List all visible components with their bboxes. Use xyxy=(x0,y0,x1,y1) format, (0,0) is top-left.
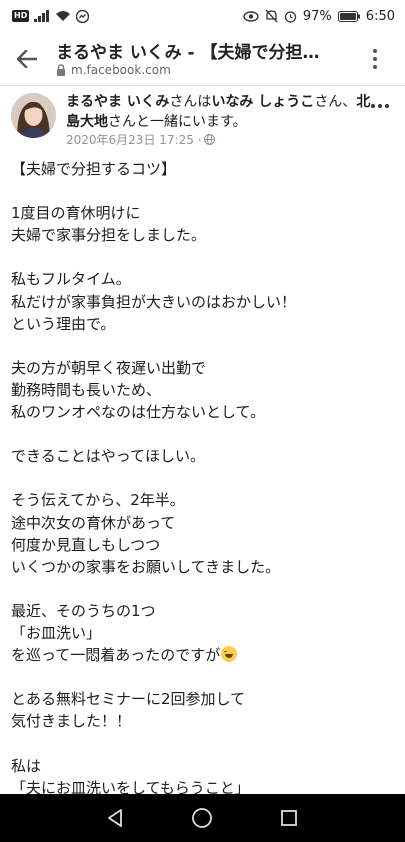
system-nav-bar xyxy=(0,794,405,842)
nav-recents-icon[interactable] xyxy=(277,806,301,830)
post-text-line: できることはやってほしい。 xyxy=(11,447,205,466)
battery-icon xyxy=(337,10,360,22)
post-text-line: という理由で。 xyxy=(11,314,116,333)
post-options-icon[interactable] xyxy=(371,104,389,108)
post-text-line: 1度目の育休明けに xyxy=(11,204,141,223)
post-text-line: 私もフルタイム。 xyxy=(11,270,131,289)
clock: 6:50 xyxy=(365,8,395,24)
post-text-line: 「夫にお皿洗いをしてもらうこと」 xyxy=(11,778,250,794)
overflow-menu-icon[interactable] xyxy=(365,46,385,72)
post-text-line: 途中次女の育休があって xyxy=(11,513,176,532)
post-text-line: を巡って一悶着あったのですが xyxy=(11,644,396,666)
status-bar: HD 97% 6:50 xyxy=(0,0,405,32)
and-text: さん、 xyxy=(314,94,357,110)
status-left: HD xyxy=(12,8,90,24)
battery-percent: 97% xyxy=(302,8,332,24)
tagged-user-1[interactable]: いなみ しょうこ xyxy=(211,94,314,110)
mute-icon xyxy=(265,9,278,23)
post-meta: 2020年6月23日 17:25 · xyxy=(66,131,216,148)
post-content: まるやま いくみさんはいなみ しょうこさん、北島大地さんと一緒にいます。 202… xyxy=(0,86,405,794)
post-text-line: とある無料セミナーに2回参加して xyxy=(11,690,246,709)
post-timestamp[interactable]: 2020年6月23日 17:25 · xyxy=(66,131,201,148)
avatar[interactable] xyxy=(11,93,56,138)
post-text-line: 【夫婦で分担するコツ】 xyxy=(11,160,177,178)
globe-icon xyxy=(204,134,216,145)
post-text-line: 私は xyxy=(11,756,42,775)
eye-icon xyxy=(243,10,259,22)
author-name[interactable]: まるやま いくみ xyxy=(66,94,169,110)
url-row[interactable]: m.facebook.com xyxy=(56,63,171,77)
post-header: まるやま いくみさんはいなみ しょうこさん、北島大地さんと一緒にいます。 202… xyxy=(0,86,405,154)
grinning-sweat-emoji-icon xyxy=(221,646,238,663)
page-title: まるやま いくみ - 【夫婦で分担… xyxy=(56,43,320,63)
wifi-icon xyxy=(55,10,71,22)
post-text-line: 私だけが家事負担が大きいのはおかしい！ xyxy=(11,292,297,311)
nav-home-icon[interactable] xyxy=(190,806,214,830)
post-text-line: いくつかの家事をお願いしてきました。 xyxy=(11,557,281,576)
status-right: 97% 6:50 xyxy=(243,8,395,24)
messenger-icon xyxy=(76,9,90,23)
with-text: さんは xyxy=(169,94,212,110)
post-text-line: 最近、そのうちの1つ xyxy=(11,601,156,620)
post-text-line: 気付きました！！ xyxy=(11,712,132,731)
post-text-line: そう伝えてから、2年半。 xyxy=(11,491,185,510)
alarm-icon xyxy=(284,10,297,23)
post-text-line: 私のワンオペなのは仕方ないとして。 xyxy=(11,403,266,422)
hd-badge: HD xyxy=(12,10,30,22)
nav-back-icon[interactable] xyxy=(103,806,127,830)
post-text-line: 勤務時間も長いため、 xyxy=(11,380,162,399)
post-text-line: 何度か見直しもしつつ xyxy=(11,535,161,554)
lock-icon xyxy=(56,64,66,76)
browser-header: まるやま いくみ - 【夫婦で分担… m.facebook.com xyxy=(0,32,405,86)
url-text: m.facebook.com xyxy=(71,63,171,77)
signal-icon xyxy=(34,10,50,22)
post-text-line: 「お皿洗い」 xyxy=(11,623,102,642)
tail-text: さんと一緒にいます。 xyxy=(108,114,247,130)
back-arrow-icon[interactable] xyxy=(14,46,40,72)
post-text-line: 夫婦で家事分担をしました。 xyxy=(11,226,207,245)
post-text-line: 夫の方が朝早く夜遅い出勤で xyxy=(11,358,207,377)
post-body: 【夫婦で分担するコツ】 1度目の育休明けに夫婦で家事分担をしました。 私もフルタイム… xyxy=(11,158,396,794)
post-author-line: まるやま いくみさんはいなみ しょうこさん、北島大地さんと一緒にいます。 xyxy=(66,92,371,132)
